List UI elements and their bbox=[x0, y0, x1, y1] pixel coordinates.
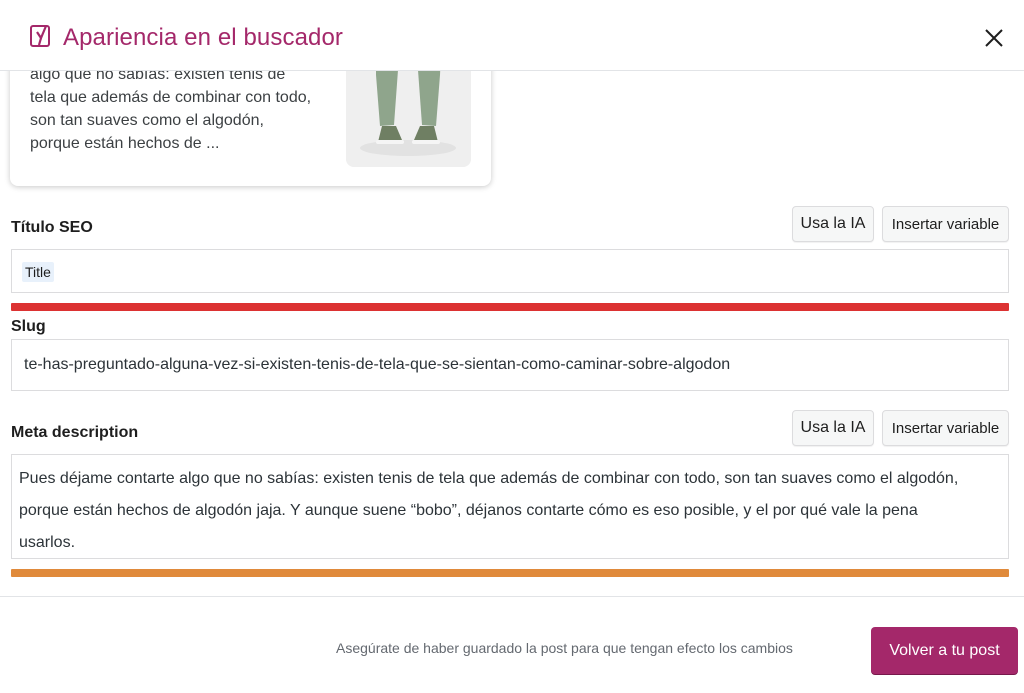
meta-description-insert-variable-button[interactable]: Insertar variable bbox=[882, 410, 1009, 446]
modal-header: Apariencia en el buscador bbox=[0, 0, 1024, 71]
meta-description-line: porque están hechos de algodón jaja. Y a… bbox=[19, 502, 918, 519]
preview-description: algo que no sabías: existen tenis de tel… bbox=[30, 63, 340, 155]
slug-label: Slug bbox=[11, 318, 46, 335]
slug-input[interactable]: te-has-preguntado-alguna-vez-si-existen-… bbox=[11, 339, 1009, 391]
title-variable-chip[interactable]: Title bbox=[22, 262, 54, 282]
meta-description-line: Pues déjame contarte algo que no sabías:… bbox=[19, 470, 959, 487]
meta-description-label: Meta description bbox=[11, 424, 139, 441]
preview-line: son tan suaves como el algodón, bbox=[30, 112, 264, 129]
yoast-logo-icon bbox=[30, 25, 50, 47]
meta-description-line: usarlos. bbox=[19, 534, 76, 551]
preview-line: porque están hechos de ... bbox=[30, 135, 220, 152]
footer-divider bbox=[0, 596, 1024, 597]
modal-title: Apariencia en el buscador bbox=[63, 24, 344, 51]
seo-title-insert-variable-button[interactable]: Insertar variable bbox=[882, 206, 1009, 242]
slug-value: te-has-preguntado-alguna-vez-si-existen-… bbox=[24, 356, 731, 373]
seo-title-progress-bar bbox=[11, 303, 1009, 311]
meta-description-input[interactable]: Pues déjame contarte algo que no sabías:… bbox=[11, 454, 1009, 559]
seo-title-ai-button[interactable]: Usa la IA bbox=[792, 206, 874, 242]
back-to-post-button[interactable]: Volver a tu post bbox=[871, 627, 1018, 674]
meta-description-progress-bar bbox=[11, 569, 1009, 577]
seo-title-input[interactable]: Title bbox=[11, 249, 1009, 293]
footer-save-note: Asegúrate de haber guardado la post para… bbox=[336, 640, 793, 656]
meta-description-text: Pues déjame contarte algo que no sabías:… bbox=[19, 463, 1004, 559]
meta-description-ai-button[interactable]: Usa la IA bbox=[792, 410, 874, 446]
seo-title-label: Título SEO bbox=[11, 219, 93, 236]
preview-line: tela que además de combinar con todo, bbox=[30, 89, 312, 106]
close-icon[interactable] bbox=[980, 24, 1008, 52]
